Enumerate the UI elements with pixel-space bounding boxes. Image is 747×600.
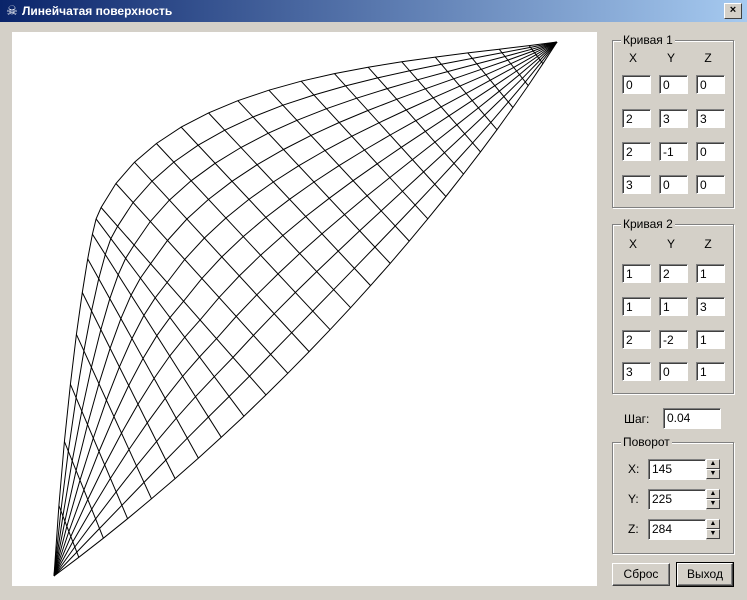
skull-icon: ☠ [6,3,18,18]
curve2-group: Кривая 2 X Y Z 1 2 1 1 1 3 2 -2 1 3 0 1 [612,217,734,394]
up-arrow-icon[interactable]: ▲ [706,519,720,529]
reset-button[interactable]: Сброс [612,563,670,586]
mesh-curve [53,41,558,577]
window-title: Линейчатая поверхность [22,4,173,18]
up-arrow-icon[interactable]: ▲ [706,459,720,469]
curve1-p2-y[interactable]: 3 [659,109,688,128]
rotation-x-label: X: [628,462,640,476]
curve1-p4-y[interactable]: 0 [659,175,688,194]
curve1-p1-y[interactable]: 0 [659,75,688,94]
curve2-header-y: Y [666,237,675,251]
step-input[interactable]: 0.04 [663,408,721,429]
mesh-curve [53,41,558,577]
rotation-x-spinner[interactable]: ▲ ▼ [706,459,720,480]
curve2-header-z: Z [704,237,712,251]
curve1-p2-x[interactable]: 2 [622,109,651,128]
curve1-group: Кривая 1 X Y Z 0 0 0 2 3 3 2 -1 0 3 0 0 [612,33,734,208]
curve2-p1-z[interactable]: 1 [696,264,725,283]
curve2-p4-x[interactable]: 3 [622,362,651,381]
mesh-curve [53,41,558,577]
down-arrow-icon[interactable]: ▼ [706,469,720,479]
rotation-y-spinner[interactable]: ▲ ▼ [706,489,720,510]
curve1-p3-x[interactable]: 2 [622,142,651,161]
rotation-z-label: Z: [628,522,639,536]
step-label: Шаг: [624,412,650,426]
curve1-p2-z[interactable]: 3 [696,109,725,128]
down-arrow-icon[interactable]: ▼ [706,529,720,539]
curve2-p1-y[interactable]: 2 [659,264,688,283]
curve2-p2-z[interactable]: 3 [696,297,725,316]
curve2-p2-x[interactable]: 1 [622,297,651,316]
curve2-p3-y[interactable]: -2 [659,330,688,349]
mesh-curve [53,41,558,577]
mesh-curve [53,41,558,577]
rotation-z-input[interactable]: 284 [648,519,706,540]
curve1-header-z: Z [704,51,712,65]
curve2-p4-z[interactable]: 1 [696,362,725,381]
down-arrow-icon[interactable]: ▼ [706,499,720,509]
surface-canvas[interactable] [12,32,597,586]
mesh-curve [53,41,558,577]
up-arrow-icon[interactable]: ▲ [706,489,720,499]
rotation-z-spinner[interactable]: ▲ ▼ [706,519,720,540]
rotation-x-input[interactable]: 145 [648,459,706,480]
curve1-p1-z[interactable]: 0 [696,75,725,94]
curve1-p1-x[interactable]: 0 [622,75,651,94]
title-bar[interactable]: ☠ Линейчатая поверхность × [0,0,747,22]
curve1-header-x: X [628,51,637,65]
main-window: ☠ Линейчатая поверхность × Кривая 1 X Y … [0,0,747,600]
mesh-curve [53,41,558,577]
curve1-header-y: Y [666,51,675,65]
exit-button[interactable]: Выход [676,562,734,587]
ruled-surface-mesh [53,41,558,577]
close-button[interactable]: × [724,3,742,19]
curve2-p3-z[interactable]: 1 [696,330,725,349]
curve1-p3-z[interactable]: 0 [696,142,725,161]
curve1-p4-x[interactable]: 3 [622,175,651,194]
mesh-curve [53,41,558,577]
mesh-curve [53,41,558,577]
curve2-p4-y[interactable]: 0 [659,362,688,381]
curve2-header-x: X [628,237,637,251]
mesh-curve [53,41,558,577]
curve2-p2-y[interactable]: 1 [659,297,688,316]
rotation-y-label: Y: [628,492,639,506]
mesh-curve [53,41,558,577]
curve2-p3-x[interactable]: 2 [622,330,651,349]
rotation-group: Поворот X: 145 ▲ ▼ Y: 225 ▲ ▼ Z: 284 ▲ ▼ [612,435,734,554]
curve1-label: Кривая 1 [621,33,675,47]
curve2-label: Кривая 2 [621,217,675,231]
curve2-p1-x[interactable]: 1 [622,264,651,283]
rotation-y-input[interactable]: 225 [648,489,706,510]
curve1-p4-z[interactable]: 0 [696,175,725,194]
rotation-label: Поворот [621,435,672,449]
curve1-p3-y[interactable]: -1 [659,142,688,161]
